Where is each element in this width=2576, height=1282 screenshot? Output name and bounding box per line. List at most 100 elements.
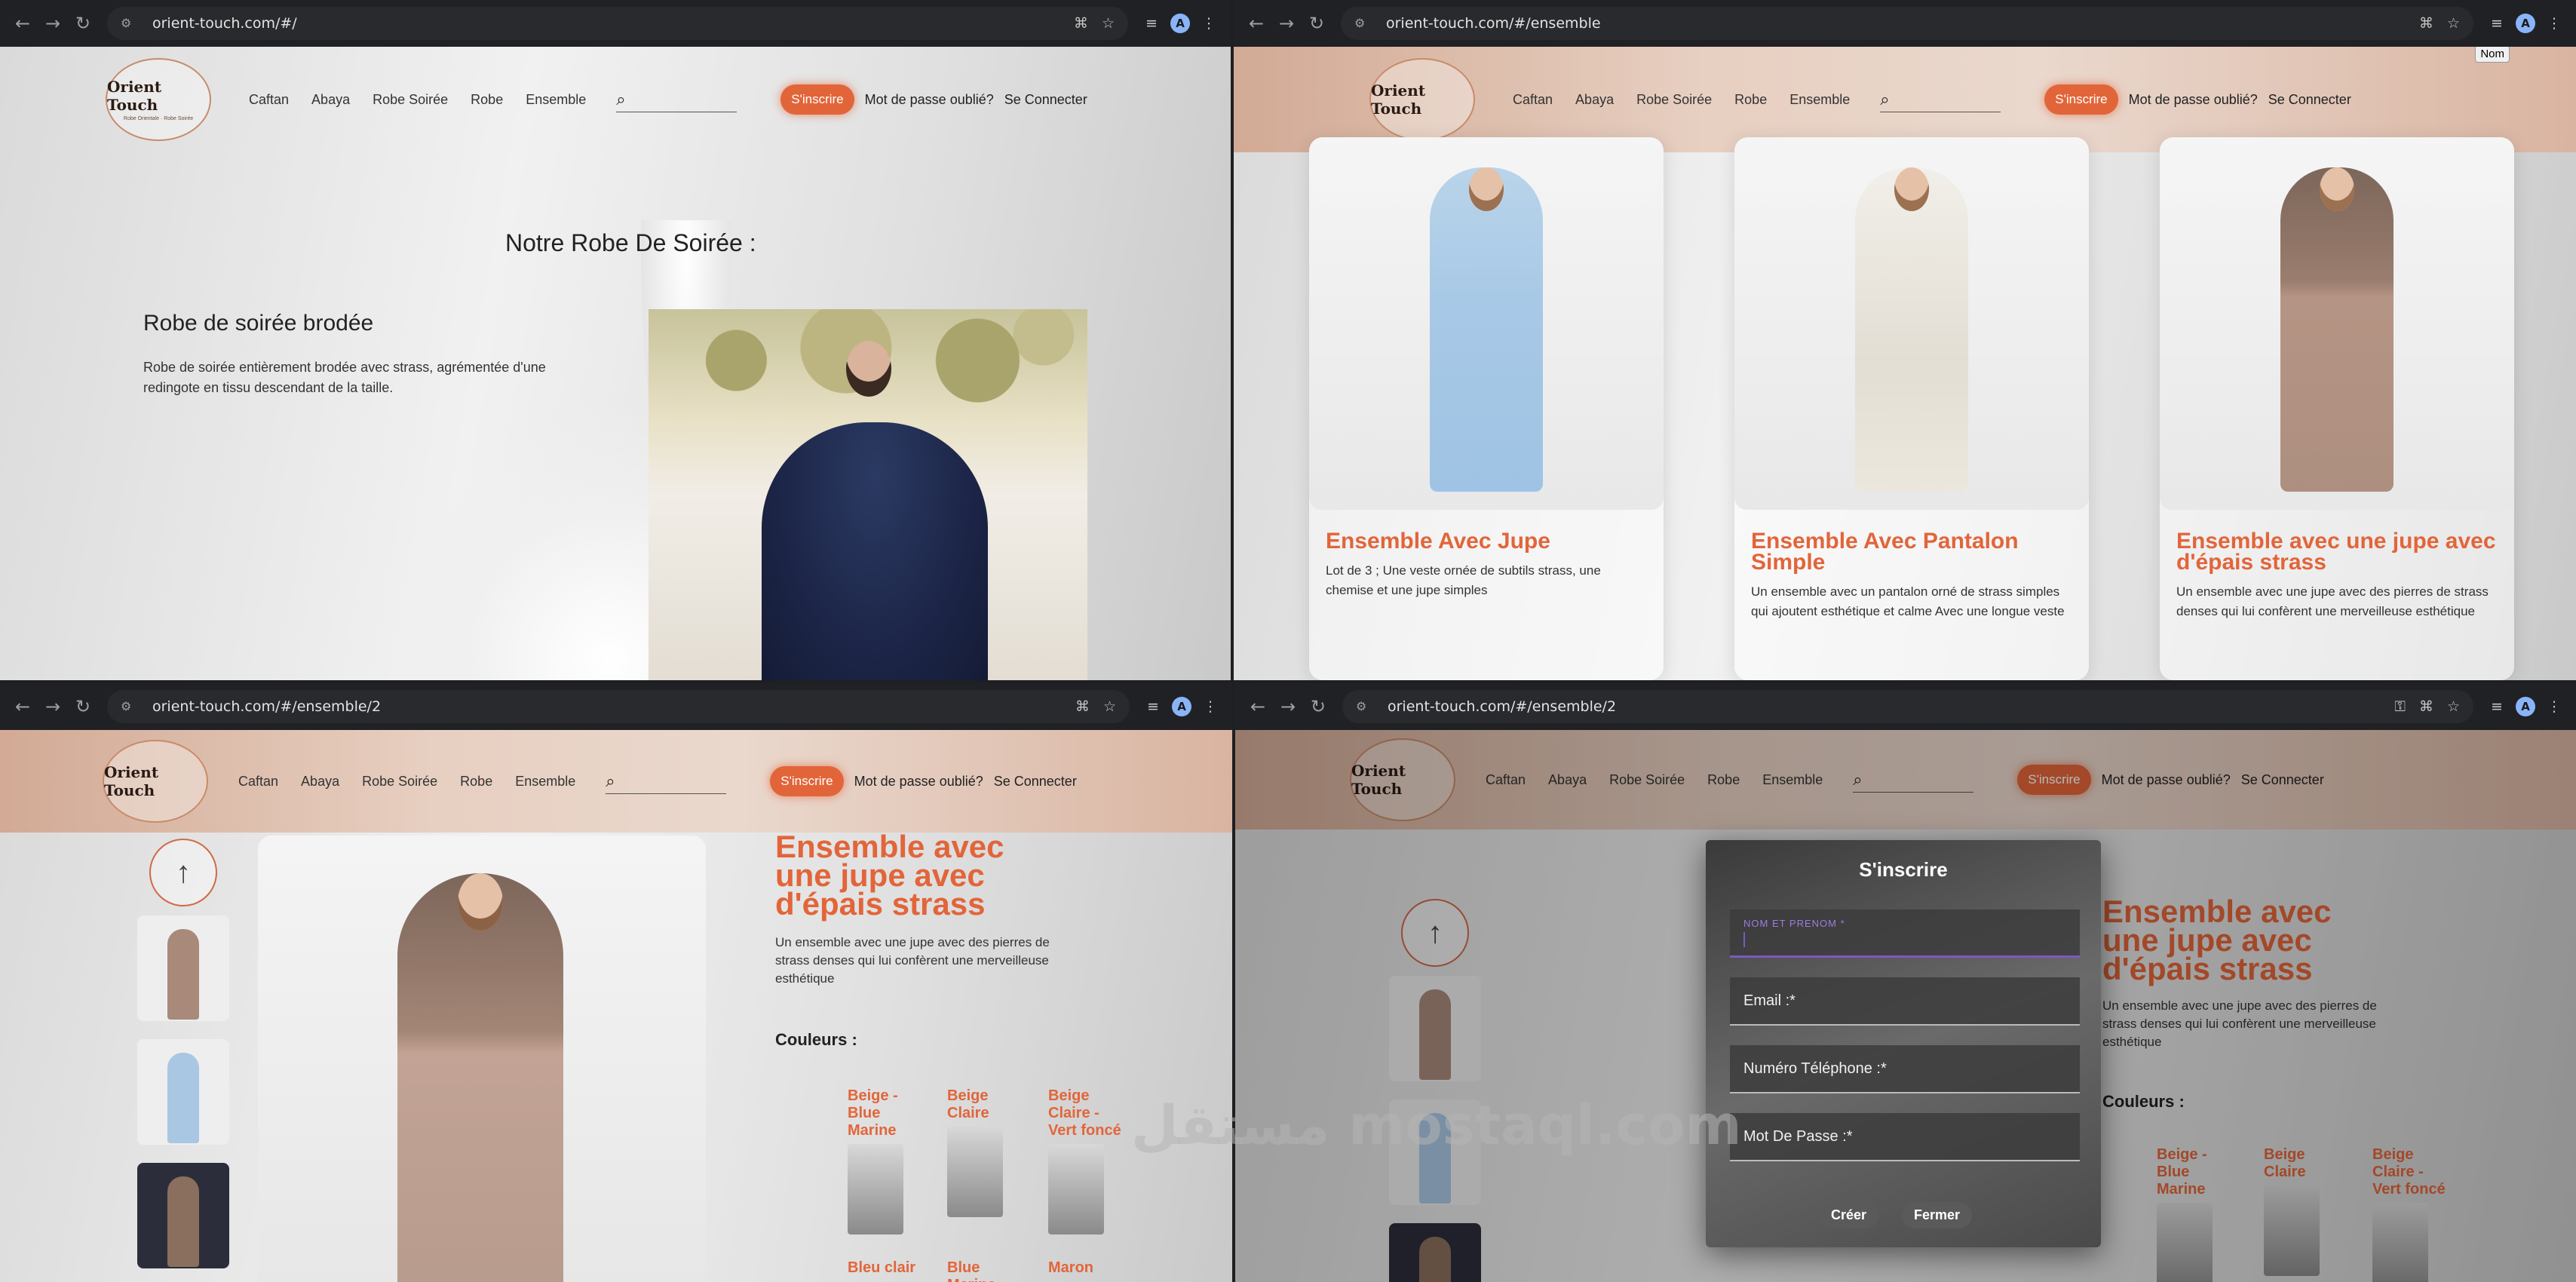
site-settings-icon[interactable]: ⚙ (121, 699, 142, 714)
back-icon[interactable]: ← (1243, 692, 1273, 722)
scroll-up-button[interactable]: ↑ (149, 839, 217, 906)
search-input[interactable]: ⌕ (1880, 87, 2001, 112)
product-image[interactable] (649, 309, 1087, 680)
forward-icon[interactable]: → (38, 692, 68, 722)
forgot-password-link[interactable]: Mot de passe oublié? (854, 774, 983, 790)
bookmark-star-icon[interactable]: ☆ (1103, 698, 1116, 715)
profile-button[interactable]: A (2511, 692, 2540, 721)
create-button[interactable]: Créer (1819, 1202, 1879, 1228)
nav-ensemble[interactable]: Ensemble (515, 774, 575, 790)
reload-icon[interactable]: ↻ (68, 692, 98, 722)
nav-abaya[interactable]: Abaya (311, 92, 350, 108)
profile-button[interactable]: A (2511, 9, 2540, 38)
translate-icon[interactable]: ⌘ (2419, 698, 2433, 715)
reload-icon[interactable]: ↻ (1302, 8, 1332, 38)
color-option[interactable]: Maron (1048, 1259, 1131, 1277)
address-bar[interactable]: ⚙ orient-touch.com/#/ensemble/2 ⌘ ☆ (107, 690, 1130, 723)
search-input[interactable]: ⌕ (616, 87, 738, 112)
bookmark-star-icon[interactable]: ☆ (1102, 15, 1115, 32)
nav-robe-soiree[interactable]: Robe Soirée (1636, 92, 1712, 108)
sort-select[interactable]: Nom (2475, 47, 2510, 63)
product-card[interactable]: Ensemble avec une jupe avec d'épais stra… (2160, 137, 2514, 680)
reading-list-icon[interactable]: ≡ (1139, 692, 1167, 721)
nav-abaya[interactable]: Abaya (301, 774, 339, 790)
search-input[interactable]: ⌕ (606, 768, 727, 794)
reading-list-icon[interactable]: ≡ (2482, 692, 2511, 721)
reading-list-icon[interactable]: ≡ (2482, 9, 2511, 38)
forward-icon[interactable]: → (1273, 692, 1303, 722)
menu-kebab-icon[interactable]: ⋮ (1194, 9, 1223, 38)
profile-button[interactable]: A (1167, 692, 1196, 721)
phone-field[interactable]: Numéro Téléphone :* (1730, 1045, 2080, 1093)
reading-list-icon[interactable]: ≡ (1137, 9, 1166, 38)
reload-icon[interactable]: ↻ (68, 8, 98, 38)
browser-toolbar: ← → ↻ ⚙ orient-touch.com/#/ensemble/2 ⌘ … (0, 683, 1232, 730)
translate-icon[interactable]: ⌘ (1075, 698, 1090, 715)
menu-kebab-icon[interactable]: ⋮ (1196, 692, 1225, 721)
menu-kebab-icon[interactable]: ⋮ (2540, 9, 2568, 38)
site-logo[interactable]: Orient Touch (1369, 58, 1475, 141)
password-key-icon[interactable]: ⚿ (2394, 698, 2405, 715)
nav-robe-soiree[interactable]: Robe Soirée (362, 774, 437, 790)
nav-robe[interactable]: Robe (1734, 92, 1767, 108)
site-settings-icon[interactable]: ⚙ (1356, 699, 1377, 714)
back-icon[interactable]: ← (1241, 8, 1271, 38)
thumbnail[interactable] (137, 915, 229, 1021)
thumbnail[interactable] (137, 1039, 229, 1145)
login-link[interactable]: Se Connecter (994, 774, 1077, 790)
nav-abaya[interactable]: Abaya (1575, 92, 1614, 108)
profile-button[interactable]: A (1166, 9, 1194, 38)
address-bar[interactable]: ⚙ orient-touch.com/#/ensemble/2 ⚿ ⌘ ☆ (1342, 690, 2473, 723)
back-icon[interactable]: ← (8, 692, 38, 722)
signup-button[interactable]: S'inscrire (2044, 84, 2118, 115)
site-settings-icon[interactable]: ⚙ (1354, 16, 1375, 31)
thumbnail[interactable] (137, 1163, 229, 1268)
product-card[interactable]: Ensemble Avec Pantalon Simple Un ensembl… (1734, 137, 2089, 680)
forgot-password-link[interactable]: Mot de passe oublié? (865, 92, 994, 108)
colors-heading: Couleurs : (775, 1030, 857, 1049)
nav-caftan[interactable]: Caftan (1513, 92, 1553, 108)
nav-caftan[interactable]: Caftan (238, 774, 278, 790)
address-bar[interactable]: ⚙ orient-touch.com/#/ensemble ⌘ ☆ (1341, 7, 2473, 40)
bookmark-star-icon[interactable]: ☆ (2447, 15, 2460, 32)
color-option[interactable]: Beige Claire (947, 1087, 1030, 1217)
reload-icon[interactable]: ↻ (1303, 692, 1333, 722)
close-button[interactable]: Fermer (1902, 1202, 1973, 1228)
menu-kebab-icon[interactable]: ⋮ (2540, 692, 2568, 721)
color-option[interactable]: Bleu clair (848, 1259, 931, 1277)
nav-ensemble[interactable]: Ensemble (1789, 92, 1850, 108)
card-image (1734, 137, 2089, 510)
nav-caftan[interactable]: Caftan (249, 92, 289, 108)
forgot-password-link[interactable]: Mot de passe oublié? (2129, 92, 2258, 108)
color-option[interactable]: Beige - Blue Marine (848, 1087, 931, 1234)
watermark: مستقل mostaql.com (1131, 1093, 1742, 1157)
translate-icon[interactable]: ⌘ (1074, 15, 1088, 32)
name-field[interactable]: NOM ET PRENOM * (1730, 909, 2080, 958)
nav-ensemble[interactable]: Ensemble (526, 92, 586, 108)
password-field-label: Mot De Passe :* (1743, 1127, 1853, 1145)
product-card[interactable]: Ensemble Avec Jupe Lot de 3 ; Une veste … (1309, 137, 1664, 680)
site-settings-icon[interactable]: ⚙ (121, 16, 142, 31)
login-link[interactable]: Se Connecter (2268, 92, 2351, 108)
main-nav: Caftan Abaya Robe Soirée Robe Ensemble (238, 774, 598, 790)
bookmark-star-icon[interactable]: ☆ (2447, 698, 2460, 715)
password-field[interactable]: Mot De Passe :* (1730, 1113, 2080, 1161)
login-link[interactable]: Se Connecter (1004, 92, 1087, 108)
nav-robe[interactable]: Robe (460, 774, 492, 790)
site-logo[interactable]: Orient Touch (103, 740, 208, 823)
email-field[interactable]: Email :* (1730, 977, 2080, 1026)
signup-button[interactable]: S'inscrire (780, 84, 854, 115)
translate-icon[interactable]: ⌘ (2419, 15, 2433, 32)
signup-button[interactable]: S'inscrire (770, 766, 844, 796)
nav-robe-soiree[interactable]: Robe Soirée (373, 92, 448, 108)
forward-icon[interactable]: → (1271, 8, 1302, 38)
forward-icon[interactable]: → (38, 8, 68, 38)
address-bar[interactable]: ⚙ orient-touch.com/#/ ⌘ ☆ (107, 7, 1128, 40)
nav-robe[interactable]: Robe (471, 92, 503, 108)
site-logo[interactable]: Orient Touch Robe Orientale · Robe Soiré… (106, 58, 211, 141)
card-figure (1430, 167, 1543, 492)
color-option[interactable]: Blue Marine (947, 1259, 1030, 1282)
main-product-image[interactable] (258, 836, 706, 1282)
back-icon[interactable]: ← (8, 8, 38, 38)
color-option[interactable]: Beige Claire - Vert foncé (1048, 1087, 1131, 1234)
